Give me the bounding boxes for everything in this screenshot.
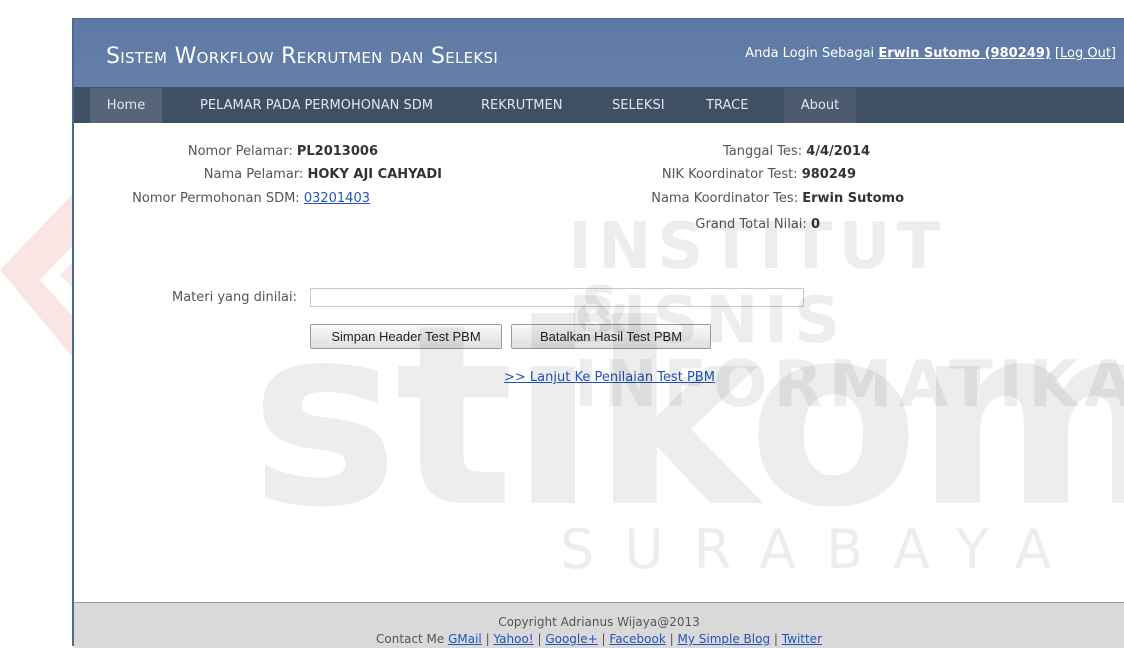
nav-item-about[interactable]: About [784, 88, 856, 123]
materi-input[interactable] [310, 288, 804, 307]
nav-item-home[interactable]: Home [90, 88, 162, 123]
blog-link[interactable]: My Simple Blog [677, 632, 770, 646]
continue-assessment-link[interactable]: >> Lanjut Ke Penilaian Test PBM [504, 370, 715, 385]
tanggal-tes-label: Tanggal Tes: [722, 144, 803, 159]
footer: Copyright Adrianus Wijaya@2013 Contact M… [74, 602, 1124, 648]
separator: | [485, 632, 490, 646]
nik-koordinator-row: NIK Koordinator Test: 980249 [74, 167, 856, 182]
copyright-text: Copyright Adrianus Wijaya@2013 [498, 615, 700, 629]
tanggal-tes-row: Tanggal Tes: 4/4/2014 [74, 144, 870, 159]
logout-link[interactable]: Log Out [1060, 46, 1111, 61]
nama-koordinator-row: Nama Koordinator Tes: Erwin Sutomo [74, 191, 904, 206]
grand-total-row: Grand Total Nilai: 0 [74, 217, 820, 232]
nama-koordinator-value: Erwin Sutomo [802, 191, 904, 206]
tanggal-tes-value: 4/4/2014 [806, 144, 870, 159]
site-header: Sistem Workflow Rekrutmen dan Seleksi An… [74, 19, 1124, 87]
nik-koordinator-label: NIK Koordinator Test: [661, 167, 798, 182]
gmail-link[interactable]: GMail [448, 632, 482, 646]
main-nav: Home PELAMAR PADA PERMOHONAN SDM REKRUTM… [90, 88, 1124, 123]
facebook-link[interactable]: Facebook [609, 632, 665, 646]
nav-item-rekrutmen[interactable]: REKRUTMEN [467, 88, 576, 123]
grand-total-label: Grand Total Nilai: [695, 217, 807, 232]
nav-item-pelamar[interactable]: PELAMAR PADA PERMOHONAN SDM [186, 88, 447, 123]
site-title: Sistem Workflow Rekrutmen dan Seleksi [106, 44, 499, 69]
nav-item-seleksi[interactable]: SELEKSI [598, 88, 679, 123]
login-status: Anda Login Sebagai Erwin Sutomo (980249)… [745, 46, 1116, 61]
contact-row: Contact Me GMail | Yahoo! | Google+ | Fa… [74, 632, 1124, 646]
twitter-link[interactable]: Twitter [782, 632, 822, 646]
cancel-result-button[interactable]: Batalkan Hasil Test PBM [511, 324, 711, 349]
nama-koordinator-label: Nama Koordinator Tes: [651, 191, 799, 206]
separator: | [537, 632, 542, 646]
separator: | [601, 632, 606, 646]
grand-total-value: 0 [810, 217, 820, 232]
yahoo-link[interactable]: Yahoo! [493, 632, 533, 646]
materi-label: Materi yang dinilai: [172, 290, 297, 305]
logout-bracket-close: ] [1110, 46, 1116, 61]
nav-item-trace[interactable]: TRACE [692, 88, 762, 123]
separator: | [669, 632, 674, 646]
save-header-button[interactable]: Simpan Header Test PBM [310, 324, 502, 349]
login-user-link[interactable]: Erwin Sutomo (980249) [878, 46, 1050, 61]
contact-prefix: Contact Me [376, 632, 445, 646]
page-frame: Sistem Workflow Rekrutmen dan Seleksi An… [72, 18, 1124, 648]
nik-koordinator-value: 980249 [801, 167, 856, 182]
login-prefix: Anda Login Sebagai [745, 46, 875, 61]
separator: | [773, 632, 778, 646]
google-plus-link[interactable]: Google+ [545, 632, 597, 646]
